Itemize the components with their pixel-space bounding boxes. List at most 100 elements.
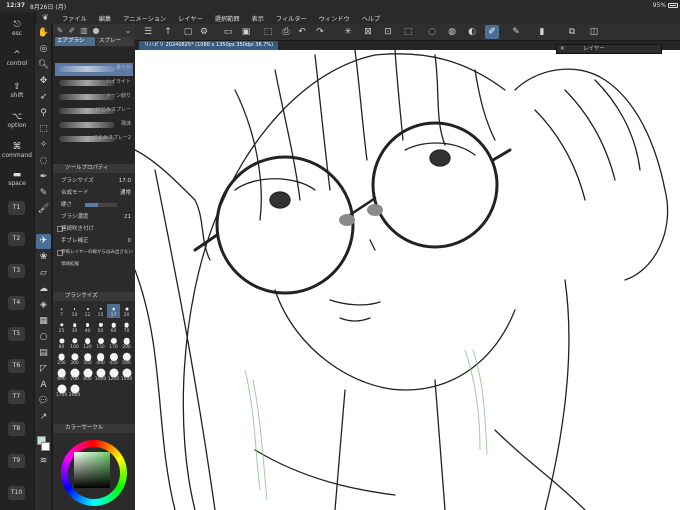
- brush-size-170[interactable]: 170: [107, 336, 120, 350]
- brush-size-120[interactable]: 120: [81, 336, 94, 350]
- touch-key-t3[interactable]: T3: [8, 264, 25, 278]
- brush-size-100[interactable]: 100: [68, 336, 81, 350]
- brush-size-250[interactable]: 250: [55, 352, 68, 366]
- frame-tool-icon[interactable]: ▤: [36, 346, 51, 361]
- hardness-slider[interactable]: [85, 203, 117, 207]
- zoom-tool-icon[interactable]: 🔍︎: [36, 58, 51, 73]
- menu-layer[interactable]: レイヤー: [178, 14, 203, 23]
- saturation-value-square[interactable]: [74, 452, 110, 488]
- pen-icon[interactable]: ✎: [55, 26, 65, 36]
- touch-key-t8[interactable]: T8: [8, 422, 25, 436]
- print-icon[interactable]: ⎙: [279, 25, 293, 39]
- brush-size-40[interactable]: 40: [81, 320, 94, 334]
- brush-size-7[interactable]: 7: [55, 304, 68, 318]
- brush-size-30[interactable]: 30: [68, 320, 81, 334]
- brush-size-500[interactable]: 500: [120, 352, 133, 366]
- brush-blur-spray[interactable]: にじみスプレー: [55, 105, 133, 118]
- app-logo-icon[interactable]: ❦: [42, 13, 56, 23]
- brush-tool-icon[interactable]: 🖌︎: [36, 202, 51, 217]
- fill-icon[interactable]: ⊡: [381, 25, 395, 39]
- brush-size-600[interactable]: 600: [55, 368, 68, 382]
- move-tool-icon[interactable]: ✥: [36, 74, 51, 89]
- menu-window[interactable]: ウィンドウ: [319, 14, 350, 23]
- brush-size-row[interactable]: ブラシサイズ 17.0: [55, 176, 133, 186]
- blend-tool-icon[interactable]: ☁: [36, 282, 51, 297]
- continuous-spray-row[interactable]: 連続吹き付け: [55, 224, 133, 234]
- menu-edit[interactable]: 編集: [99, 14, 111, 23]
- pen-draw-icon[interactable]: ✐: [485, 25, 499, 39]
- ref-layer-row[interactable]: 参照レイヤーの線からはみ出さない: [55, 248, 133, 258]
- open-icon[interactable]: ▭: [221, 25, 235, 39]
- move-icon[interactable]: ↑: [161, 25, 175, 39]
- ruler-tool-icon[interactable]: ◸: [36, 362, 51, 377]
- lasso-tool-icon[interactable]: ◌: [36, 154, 51, 169]
- brush-size-2000[interactable]: 2000: [68, 384, 81, 398]
- collapse-icon[interactable]: ⌄: [123, 26, 133, 36]
- key-control[interactable]: ^ control: [2, 50, 32, 67]
- timeline-icon[interactable]: ▮: [535, 25, 549, 39]
- key-shift[interactable]: ⇧ shift: [2, 82, 32, 99]
- transparent-color-icon[interactable]: ≋: [36, 454, 51, 469]
- brush-size-350[interactable]: 350: [81, 352, 94, 366]
- brush-splash[interactable]: 飛沫: [55, 119, 133, 132]
- brush-size-1700[interactable]: 1700: [55, 384, 68, 398]
- brush-size-1500[interactable]: 1500: [120, 368, 133, 382]
- undo-icon[interactable]: ↶: [295, 25, 309, 39]
- hand-tool-icon[interactable]: ✋: [36, 26, 51, 41]
- key-space[interactable]: ▬ space: [2, 170, 32, 187]
- share-icon[interactable]: ◫: [587, 25, 601, 39]
- decoration-tool-icon[interactable]: ❀: [36, 250, 51, 265]
- figure-tool-icon[interactable]: ○: [36, 330, 51, 345]
- pencil-tool-icon[interactable]: ✎: [36, 186, 51, 201]
- menu-selection[interactable]: 選択範囲: [215, 14, 240, 23]
- export-icon[interactable]: ⬚: [261, 25, 275, 39]
- brush-size-10[interactable]: 10: [68, 304, 81, 318]
- brush-blur-spray-2[interactable]: にじみスプレー2: [55, 133, 133, 146]
- touch-key-t5[interactable]: T5: [8, 327, 25, 341]
- redo-icon[interactable]: ↷: [313, 25, 327, 39]
- clear-icon[interactable]: ⊠: [361, 25, 375, 39]
- touch-key-t9[interactable]: T9: [8, 454, 25, 468]
- brush-icon[interactable]: ✐: [67, 26, 77, 36]
- brush-size-200[interactable]: 200: [120, 336, 133, 350]
- tab-spray[interactable]: スプレー: [97, 37, 133, 46]
- density-row[interactable]: ブラシ濃度 21: [55, 212, 133, 222]
- stabilizer-row[interactable]: 手ブレ補正 0: [55, 236, 133, 246]
- canvas-tab[interactable]: リハビリ 20240825* (1080 x 1350px 350dpi 36.…: [139, 41, 279, 50]
- airbrush-tool-icon[interactable]: ✈: [36, 234, 51, 249]
- fill-tool-icon[interactable]: ◈: [36, 298, 51, 313]
- touch-key-t4[interactable]: T4: [8, 296, 25, 310]
- sub-color-swatch[interactable]: [41, 442, 50, 451]
- brush-size-60[interactable]: 60: [107, 320, 120, 334]
- ruler-icon[interactable]: ◐: [465, 25, 479, 39]
- brush-size-1200[interactable]: 1200: [107, 368, 120, 382]
- brush-size-15[interactable]: 15: [94, 304, 107, 318]
- blend-mode-row[interactable]: 合成モード 通常: [55, 188, 133, 198]
- brush-size-700[interactable]: 700: [68, 368, 81, 382]
- transform-icon[interactable]: ⬚: [401, 25, 415, 39]
- save-icon[interactable]: ▣: [239, 25, 253, 39]
- eyedropper-tool-icon[interactable]: ⚲: [36, 106, 51, 121]
- auto-select-tool-icon[interactable]: ✧: [36, 138, 51, 153]
- operation-tool-icon[interactable]: ➶: [36, 90, 51, 105]
- brush-soft[interactable]: 柔らか: [55, 63, 133, 76]
- menu-icon[interactable]: ☰: [141, 25, 155, 39]
- menu-file[interactable]: ファイル: [62, 14, 87, 23]
- touch-key-t1[interactable]: T1: [8, 201, 25, 215]
- new-icon[interactable]: ▢: [181, 25, 195, 39]
- gradient-tool-icon[interactable]: ▦: [36, 314, 51, 329]
- brush-size-300[interactable]: 300: [68, 352, 81, 366]
- touch-key-t7[interactable]: T7: [8, 390, 25, 404]
- loading-icon[interactable]: ✳: [341, 25, 355, 39]
- eraser-tool-icon[interactable]: ▱: [36, 266, 51, 281]
- tab-airbrush[interactable]: エアブラシ: [55, 37, 95, 46]
- lasso-fill-icon[interactable]: ◌: [425, 25, 439, 39]
- brush-size-12[interactable]: 12: [81, 304, 94, 318]
- brush-size-400[interactable]: 400: [94, 352, 107, 366]
- flip-icon[interactable]: ⧉: [565, 25, 579, 39]
- drawing-canvas[interactable]: [135, 50, 680, 510]
- brush-size-80[interactable]: 80: [55, 336, 68, 350]
- layer-icon[interactable]: ▥: [79, 26, 89, 36]
- key-command[interactable]: ⌘ command: [2, 142, 32, 159]
- menu-animation[interactable]: アニメーション: [123, 14, 166, 23]
